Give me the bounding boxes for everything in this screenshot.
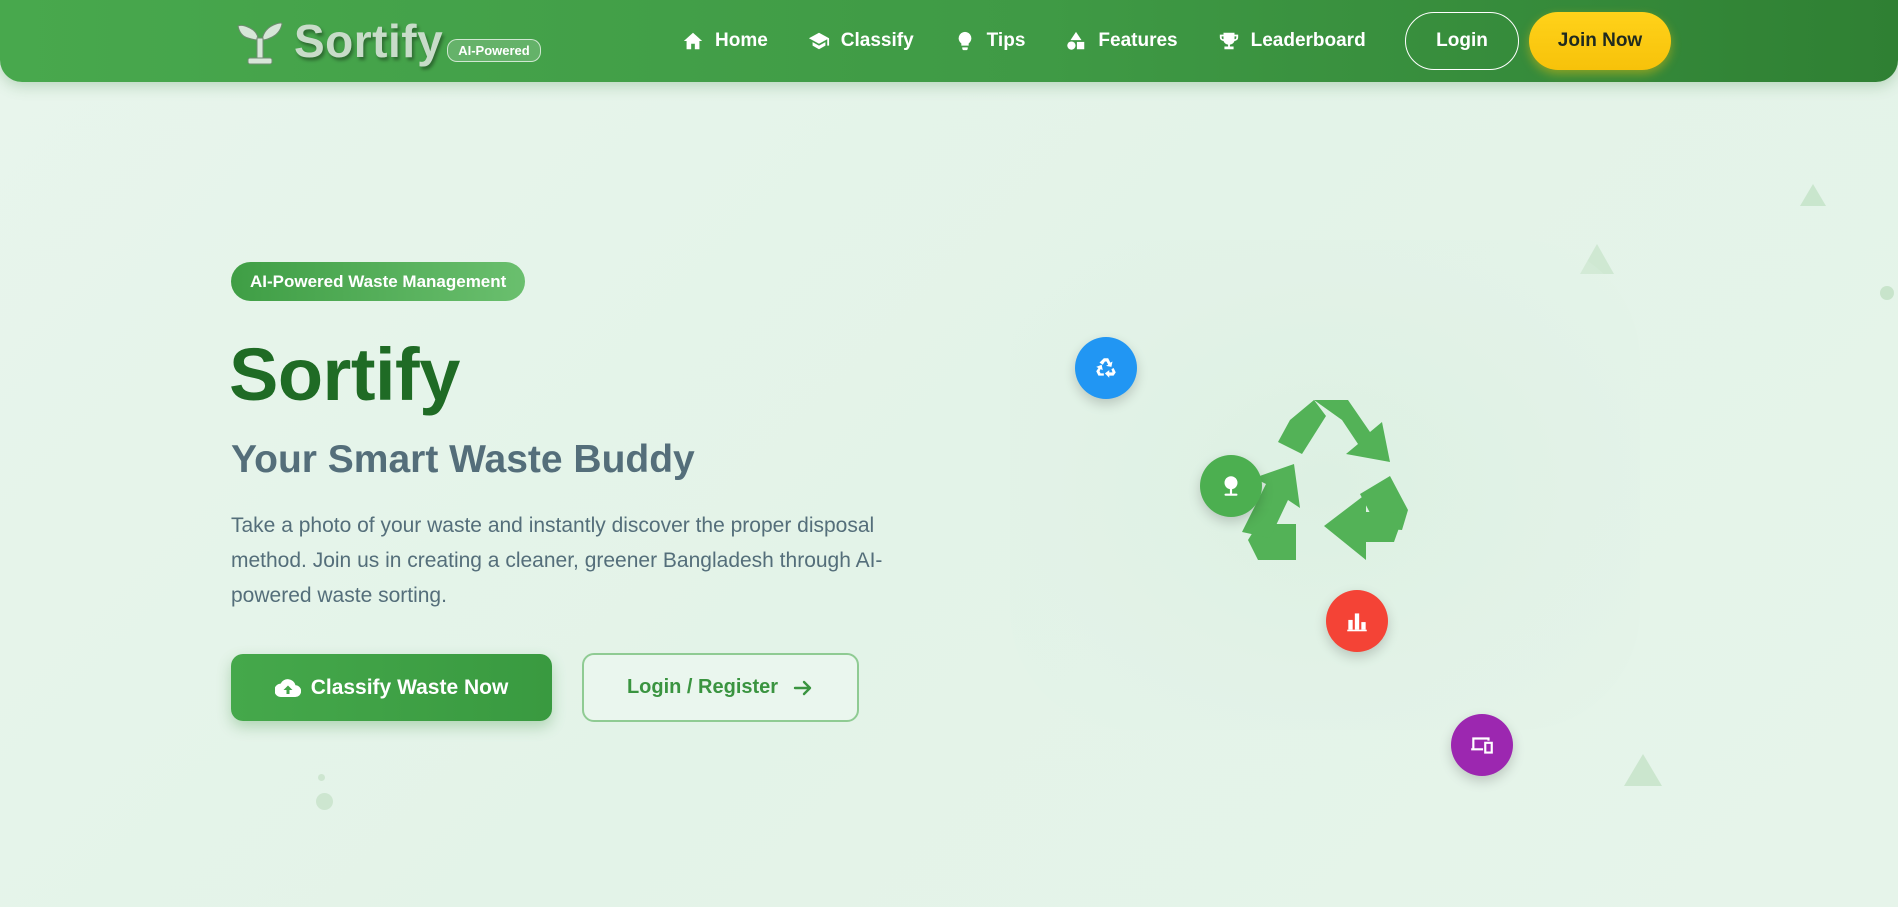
bar-chart-icon (1347, 613, 1367, 632)
home-icon (683, 32, 703, 50)
nav-item-classify[interactable]: Classify (808, 30, 914, 52)
decorative-dot (1880, 286, 1894, 300)
nav-item-label: Features (1098, 30, 1178, 51)
classify-waste-label: Classify Waste Now (310, 675, 509, 699)
nav-item-label: Tips (986, 30, 1026, 51)
classify-waste-button[interactable]: Classify Waste Now (231, 654, 552, 721)
login-button[interactable]: Login (1405, 12, 1519, 70)
arrow-right-icon (793, 680, 812, 695)
decorative-triangle (1800, 184, 1826, 206)
nav-item-leaderboard[interactable]: Leaderboard (1218, 30, 1366, 52)
login-register-label: Login / Register (626, 676, 779, 698)
trophy-icon (1219, 32, 1238, 50)
sprout-icon (237, 22, 283, 65)
floating-recycle-bubble (1075, 337, 1137, 399)
hero-description: Take a photo of your waste and instantly… (231, 514, 883, 607)
nav-item-label: Home (715, 30, 768, 51)
nav-item-label: Classify (840, 30, 914, 51)
nav-item-tips[interactable]: Tips (954, 30, 1026, 52)
nav-links: Home Classify Tips Features Leaderboard (682, 0, 1406, 82)
tree-icon (1224, 476, 1238, 496)
cloud-upload-icon (274, 678, 301, 697)
brand[interactable]: Sortify AI-Powered (236, 14, 541, 68)
nav-item-features[interactable]: Features (1065, 30, 1178, 52)
floating-chart-bubble (1326, 590, 1388, 652)
graduation-cap-icon (808, 32, 829, 50)
floating-tree-bubble (1200, 455, 1262, 517)
lightbulb-icon (958, 31, 972, 51)
recycle-small-icon (1096, 358, 1116, 378)
devices-icon (1471, 737, 1493, 754)
navbar: Sortify AI-Powered Home Classify Tips Fe… (0, 0, 1898, 82)
decorative-dot (318, 774, 325, 781)
brand-badge: AI-Powered (447, 38, 541, 62)
brand-name: Sortify (294, 15, 444, 67)
join-now-button[interactable]: Join Now (1529, 12, 1671, 70)
nav-item-label: Leaderboard (1250, 30, 1366, 51)
hero-pill-badge: AI-Powered Waste Management (231, 262, 526, 301)
hero-title: Sortify (229, 333, 460, 416)
decorative-triangle (1624, 754, 1662, 786)
decorative-dot (316, 793, 333, 810)
floating-devices-bubble (1451, 714, 1513, 776)
login-register-button[interactable]: Login / Register (582, 653, 859, 722)
hero-subtitle: Your Smart Waste Buddy (231, 438, 695, 481)
shapes-icon (1067, 31, 1085, 50)
nav-item-home[interactable]: Home (682, 30, 768, 52)
